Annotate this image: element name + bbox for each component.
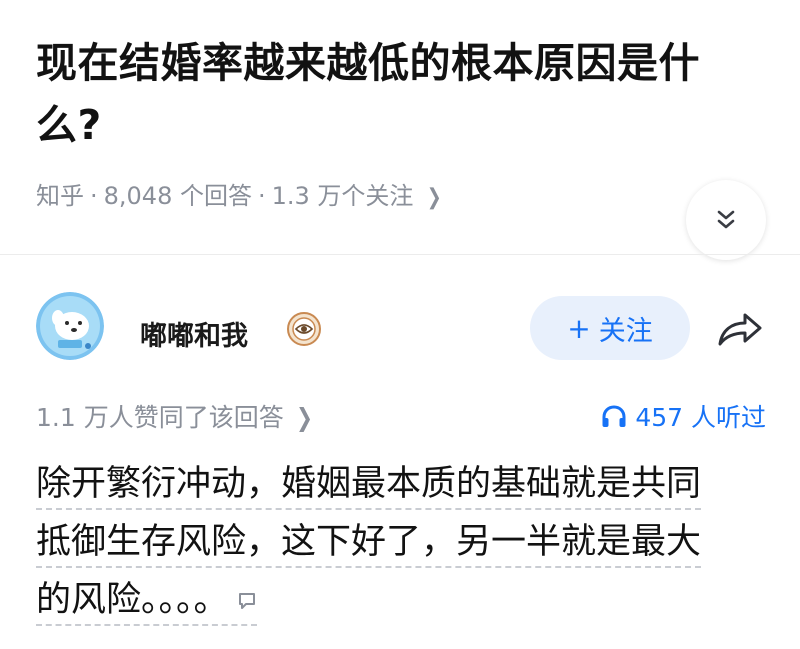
expand-button[interactable] [686,180,766,260]
source-label: 知乎 [36,182,84,210]
vote-row: 1.1 万人赞同了该回答 ❯ 457 人听过 [36,398,766,438]
listen-count[interactable]: 457 人听过 [601,398,766,434]
share-button[interactable] [714,308,766,352]
answer-line: 抵御生存风险，这下好了，另一半就是最大 [36,514,702,568]
author-row: 嘟嘟和我 + 关注 [0,280,800,380]
section-divider [0,254,800,255]
plus-icon: + [567,311,591,345]
headphones-icon [602,405,626,427]
question-header: 现在结婚率越来越低的根本原因是什么? 知乎 · 8,048 个回答 · 1.3 万个关注… [0,0,800,260]
answers-count: 8,048 个回答 [103,182,252,210]
follow-label: 关注 [598,315,653,347]
answer-body[interactable]: 除开繁衍冲动，婚姻最本质的基础就是共同 抵御生存风险，这下好了，另一半就是最大 … [36,456,772,630]
badge[interactable] [287,312,321,346]
answer-line-last: 的风险。。。。 [36,572,257,626]
double-chevron-down-icon [717,210,735,229]
chevron-right-icon: ❯ [427,185,443,210]
follow-button[interactable]: + 关注 [530,296,690,360]
question-meta[interactable]: 知乎 · 8,048 个回答 · 1.3 万个关注 ❯ [36,176,444,211]
meta-separator: · [257,182,266,210]
answer-line-text: 的风险。。。。 [36,580,229,620]
eye-badge-icon [287,312,321,346]
answer-line: 除开繁衍冲动，婚姻最本质的基础就是共同 [36,456,702,510]
share-arrow-icon [718,313,762,346]
meta-separator: · [90,182,98,210]
avatar-icon [36,292,104,360]
question-title[interactable]: 现在结婚率越来越低的根本原因是什么? [36,32,726,156]
vote-count-label: 1.1 万人赞同了该回答 [36,403,284,432]
vote-count[interactable]: 1.1 万人赞同了该回答 ❯ [36,398,315,434]
followers-count: 1.3 万个关注 [271,182,414,210]
chevron-right-icon: ❯ [295,403,313,432]
avatar[interactable] [36,292,104,360]
author-name[interactable]: 嘟嘟和我 [140,314,248,353]
comment-bubble-icon[interactable] [237,591,257,611]
listen-count-label: 457 人听过 [635,403,766,432]
